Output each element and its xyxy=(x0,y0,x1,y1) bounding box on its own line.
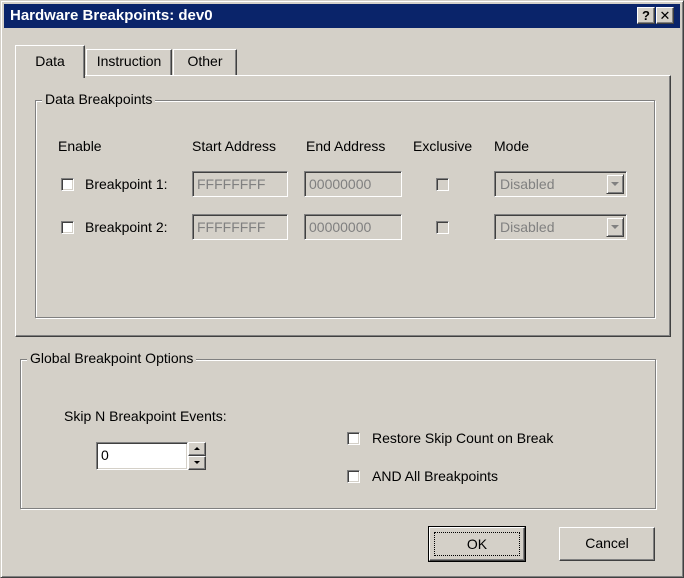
breakpoint-1-mode-select[interactable]: Disabled xyxy=(494,171,627,197)
end-address-column-header: End Address xyxy=(306,138,386,154)
breakpoint-2-label: Breakpoint 2: xyxy=(85,219,168,235)
breakpoint-1-mode-value: Disabled xyxy=(500,176,555,192)
ok-button[interactable]: OK xyxy=(428,526,526,562)
cancel-button-label: Cancel xyxy=(585,535,629,551)
spin-down-icon[interactable] xyxy=(188,456,206,470)
breakpoint-2-exclusive-checkbox[interactable] xyxy=(436,221,449,234)
ok-button-label: OK xyxy=(434,532,520,556)
data-breakpoints-group-label: Data Breakpoints xyxy=(42,91,156,107)
global-options-group-label: Global Breakpoint Options xyxy=(27,350,197,366)
breakpoint-1-label: Breakpoint 1: xyxy=(85,176,168,192)
data-breakpoints-group: Data Breakpoints Enable Start Address En… xyxy=(35,91,655,318)
skip-n-events-label: Skip N Breakpoint Events: xyxy=(64,408,227,424)
start-address-column-header: Start Address xyxy=(192,138,277,154)
tab-other[interactable]: Other xyxy=(173,49,237,75)
window-title: Hardware Breakpoints: dev0 xyxy=(10,7,213,24)
close-button[interactable]: ✕ xyxy=(656,7,674,24)
breakpoint-2-end-address-field[interactable]: 00000000 xyxy=(304,214,402,240)
exclusive-column-header: Exclusive xyxy=(413,138,473,154)
chevron-down-icon[interactable] xyxy=(606,217,624,237)
skip-count-input[interactable]: 0 xyxy=(96,442,188,470)
breakpoint-1-start-address-field[interactable]: FFFFFFFF xyxy=(192,171,288,197)
tab-data-label: Data xyxy=(35,53,65,69)
tab-data[interactable]: Data xyxy=(15,45,85,78)
skip-count-spinner[interactable] xyxy=(188,442,206,470)
data-tab-panel: Data Breakpoints Enable Start Address En… xyxy=(15,75,671,337)
breakpoint-2-enable-checkbox[interactable] xyxy=(61,221,74,234)
and-all-breakpoints-checkbox[interactable] xyxy=(347,470,360,483)
tab-instruction-label: Instruction xyxy=(96,53,162,69)
cancel-button[interactable]: Cancel xyxy=(559,527,655,561)
chevron-down-icon[interactable] xyxy=(606,174,624,194)
spin-up-icon[interactable] xyxy=(188,442,206,456)
global-breakpoint-options-group: Global Breakpoint Options Skip N Breakpo… xyxy=(20,350,656,509)
restore-skip-count-label: Restore Skip Count on Break xyxy=(372,430,554,446)
tab-instruction[interactable]: Instruction xyxy=(86,49,172,75)
breakpoint-1-enable-checkbox[interactable] xyxy=(61,178,74,191)
and-all-breakpoints-label: AND All Breakpoints xyxy=(372,468,499,484)
breakpoint-2-mode-select[interactable]: Disabled xyxy=(494,214,627,240)
title-bar[interactable]: Hardware Breakpoints: dev0 ? ✕ xyxy=(4,4,680,28)
breakpoint-2-mode-value: Disabled xyxy=(500,219,555,235)
breakpoint-1-end-address-field[interactable]: 00000000 xyxy=(304,171,402,197)
enable-column-header: Enable xyxy=(58,138,102,154)
hardware-breakpoints-dialog: Hardware Breakpoints: dev0 ? ✕ Data Inst… xyxy=(0,0,684,578)
help-button[interactable]: ? xyxy=(637,7,655,24)
restore-skip-count-checkbox[interactable] xyxy=(347,432,360,445)
breakpoint-1-exclusive-checkbox[interactable] xyxy=(436,178,449,191)
tab-other-label: Other xyxy=(187,53,223,69)
help-icon: ? xyxy=(642,8,650,23)
mode-column-header: Mode xyxy=(494,138,530,154)
close-icon: ✕ xyxy=(659,8,671,23)
breakpoint-2-start-address-field[interactable]: FFFFFFFF xyxy=(192,214,288,240)
